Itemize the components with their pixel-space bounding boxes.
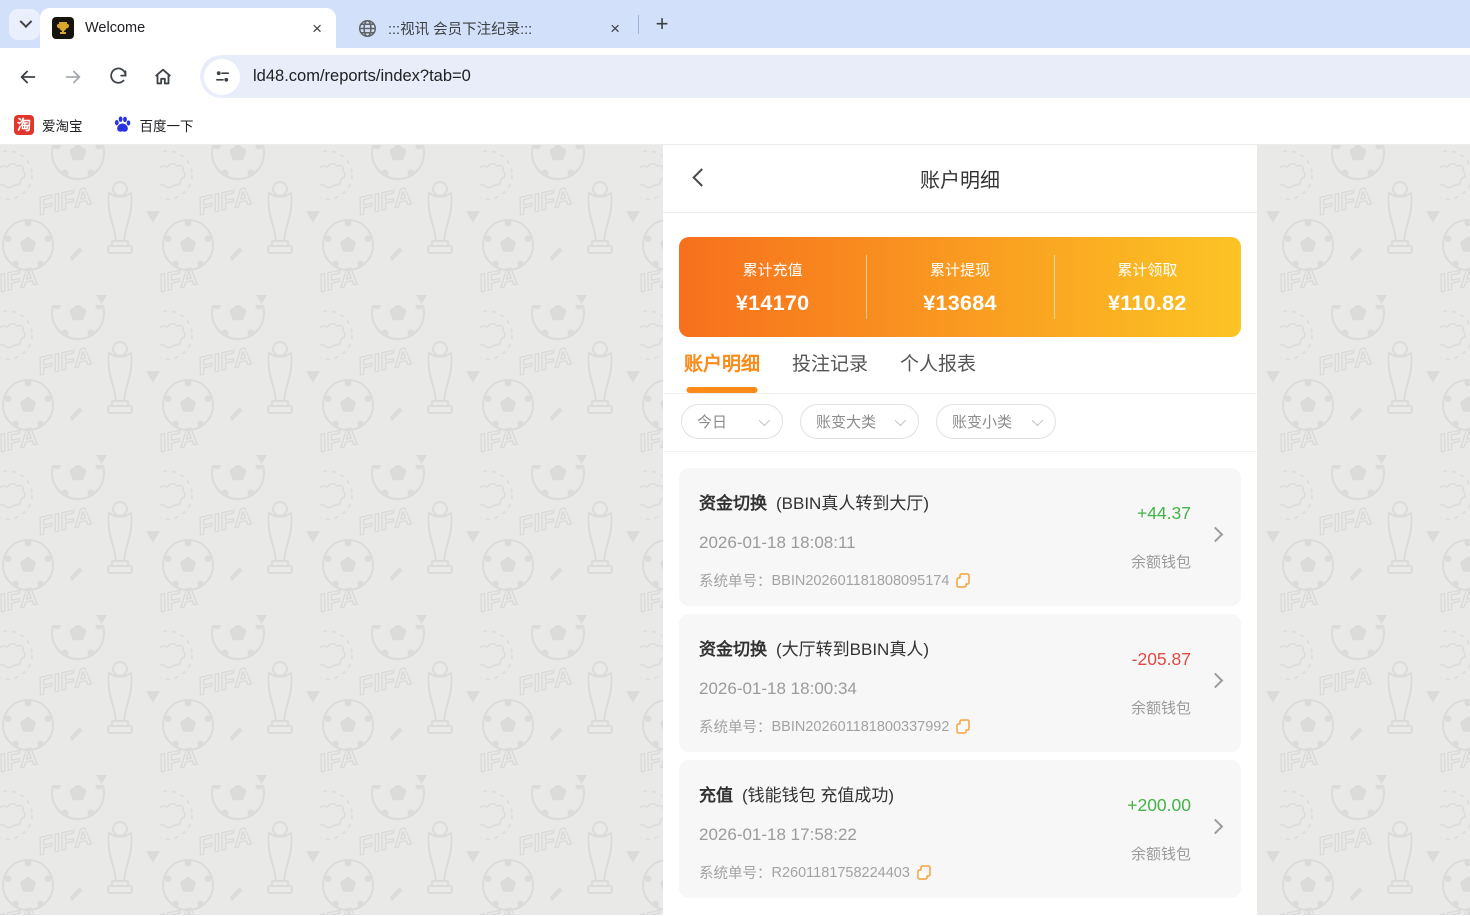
reload-button[interactable] xyxy=(101,60,135,94)
record-list: 资金切换 (BBIN真人转到大厅) 2026-01-18 18:08:11 系统单… xyxy=(663,452,1257,915)
tab-welcome[interactable]: Welcome × xyxy=(40,8,336,48)
back-chevron-icon[interactable] xyxy=(692,168,711,187)
summary-label: 累计充值 xyxy=(742,261,803,279)
address-bar[interactable]: ld48.com/reports/index?tab=0 xyxy=(200,55,1470,98)
close-icon[interactable]: × xyxy=(310,20,324,37)
summary-value: ¥13684 xyxy=(923,290,997,315)
filter-major-type-dropdown[interactable]: 账变大类 xyxy=(800,404,919,439)
panel-header: 账户明细 xyxy=(663,145,1257,213)
record-wallet: 余额钱包 xyxy=(1130,845,1191,863)
record-type: 资金切换 xyxy=(699,494,767,513)
account-detail-panel: 账户明细 累计充值 ¥14170 累计提现 ¥13684 累计领取 ¥110.8… xyxy=(663,145,1257,915)
record-detail: (大厅转到BBIN真人) xyxy=(776,640,929,659)
browser-toolbar: ld48.com/reports/index?tab=0 xyxy=(0,48,1470,105)
order-number: R2601181758224403 xyxy=(771,864,910,881)
record-amount: -205.87 xyxy=(1131,648,1191,669)
bookmark-label: 爱淘宝 xyxy=(42,118,83,134)
summary-total-withdraw: 累计提现 ¥13684 xyxy=(866,237,1053,337)
page-title: 账户明细 xyxy=(920,170,1000,192)
new-tab-button[interactable]: + xyxy=(648,10,676,38)
tab-betting-records[interactable]: :::视讯 会员下注纪录::: × xyxy=(346,8,634,48)
reload-icon xyxy=(109,67,126,84)
home-button[interactable] xyxy=(146,60,180,94)
globe-icon xyxy=(358,19,377,38)
tab-bet-records[interactable]: 投注记录 xyxy=(792,349,868,393)
summary-total-claimed: 累计领取 ¥110.82 xyxy=(1053,237,1241,337)
summary-label: 累计领取 xyxy=(1117,261,1178,279)
tab-personal-report[interactable]: 个人报表 xyxy=(900,349,976,393)
tab-title: Welcome xyxy=(85,20,146,36)
record-wallet: 余额钱包 xyxy=(1130,699,1191,717)
close-icon[interactable]: × xyxy=(608,20,622,37)
record-wallet: 余额钱包 xyxy=(1130,553,1191,571)
copy-icon[interactable] xyxy=(917,865,931,880)
order-label: 系统单号： xyxy=(699,866,772,882)
filter-label: 今日 xyxy=(697,414,728,431)
taobao-icon: 淘 xyxy=(14,114,34,135)
order-label: 系统单号： xyxy=(699,720,772,736)
record-card[interactable]: 资金切换 (大厅转到BBIN真人) 2026-01-18 18:00:34 系统单… xyxy=(679,614,1241,752)
baidu-paw-icon xyxy=(113,115,132,134)
chevron-down-icon xyxy=(19,15,33,29)
order-number: BBIN202601181808095174 xyxy=(771,572,950,589)
forward-arrow-icon xyxy=(65,70,81,83)
site-info-button[interactable] xyxy=(204,58,240,95)
bookmarks-bar: 淘 爱淘宝 百度一下 xyxy=(0,105,1470,145)
browser-tab-strip: Welcome × :::视讯 会员下注纪录::: × + xyxy=(0,0,1470,48)
record-amount: +44.37 xyxy=(1136,502,1191,523)
page-background: FIFA FIFA 账户明细 xyxy=(0,145,1470,915)
filter-label: 账变小类 xyxy=(952,414,1013,431)
order-label: 系统单号： xyxy=(699,574,772,590)
summary-value: ¥110.82 xyxy=(1108,290,1187,315)
chevron-down-icon xyxy=(1031,414,1044,426)
copy-icon[interactable] xyxy=(956,573,971,588)
filter-row: 今日 账变大类 账变小类 xyxy=(663,394,1257,452)
site-favicon-trophy-icon xyxy=(52,17,74,39)
tab-search-button[interactable] xyxy=(9,9,40,40)
filter-minor-type-dropdown[interactable]: 账变小类 xyxy=(936,404,1056,439)
record-card[interactable]: 资金切换 (BBIN真人转到大厅) 2026-01-18 18:08:11 系统单… xyxy=(679,468,1241,606)
bookmark-label: 百度一下 xyxy=(139,118,194,134)
filter-label: 账变大类 xyxy=(816,414,877,431)
forward-button[interactable] xyxy=(56,60,90,94)
summary-card: 累计充值 ¥14170 累计提现 ¥13684 累计领取 ¥110.82 xyxy=(679,237,1241,337)
tab-title: :::视讯 会员下注纪录::: xyxy=(388,21,533,38)
order-number: BBIN202601181800337992 xyxy=(771,718,950,735)
filter-date-dropdown[interactable]: 今日 xyxy=(681,404,783,439)
record-amount-block: +44.37 余额钱包 xyxy=(1131,468,1191,606)
back-button[interactable] xyxy=(11,60,45,94)
record-amount: +200.00 xyxy=(1127,794,1191,815)
record-amount-block: -205.87 余额钱包 xyxy=(1131,614,1191,752)
bookmark-baidu[interactable]: 百度一下 xyxy=(113,115,194,135)
tab-divider xyxy=(638,15,639,34)
summary-total-deposit: 累计充值 ¥14170 xyxy=(679,237,866,337)
record-card[interactable]: 充值 (钱能钱包 充值成功) 2026-01-18 17:58:22 系统单号： … xyxy=(679,760,1241,898)
tab-account-detail[interactable]: 账户明细 xyxy=(684,349,760,393)
record-type: 充值 xyxy=(699,786,733,805)
report-tabs: 账户明细 投注记录 个人报表 xyxy=(663,337,1257,394)
bookmark-taobao[interactable]: 淘 爱淘宝 xyxy=(14,114,83,135)
chevron-down-icon xyxy=(894,414,907,426)
summary-label: 累计提现 xyxy=(929,261,990,279)
record-type: 资金切换 xyxy=(699,640,767,659)
chevron-down-icon xyxy=(758,414,771,426)
record-detail: (BBIN真人转到大厅) xyxy=(776,494,929,513)
home-icon xyxy=(155,68,171,84)
url-text[interactable]: ld48.com/reports/index?tab=0 xyxy=(253,67,471,86)
record-detail: (钱能钱包 充值成功) xyxy=(742,786,895,805)
back-arrow-icon xyxy=(20,70,36,83)
tune-icon xyxy=(215,71,229,82)
record-amount-block: +200.00 余额钱包 xyxy=(1127,760,1191,898)
summary-value: ¥14170 xyxy=(735,290,810,315)
copy-icon[interactable] xyxy=(956,719,971,734)
